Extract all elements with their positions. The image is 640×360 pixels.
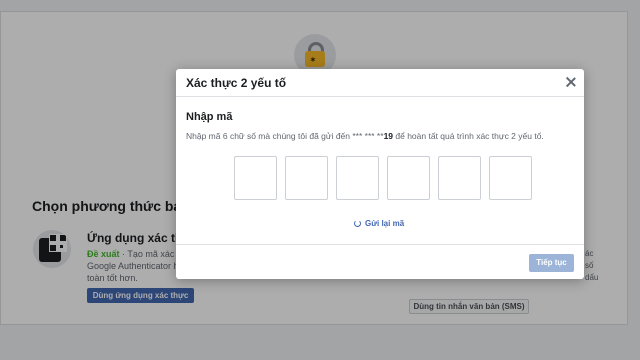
modal-header: Xác thực 2 yếu tố (176, 69, 584, 97)
enter-code-heading: Nhập mã (186, 111, 233, 123)
code-digit-input[interactable] (489, 156, 532, 200)
refresh-icon (354, 220, 361, 227)
modal-title: Xác thực 2 yếu tố (186, 76, 287, 90)
resend-code-link[interactable]: Gửi lại mã (354, 219, 404, 228)
code-digit-input[interactable] (438, 156, 481, 200)
close-icon[interactable] (564, 76, 578, 90)
modal-footer: Tiếp tục (176, 244, 584, 279)
code-instructions: Nhập mã 6 chữ số mà chúng tôi đã gửi đến… (186, 131, 544, 141)
code-digit-input[interactable] (234, 156, 277, 200)
continue-button[interactable]: Tiếp tục (529, 254, 574, 272)
code-digit-input[interactable] (336, 156, 379, 200)
code-digit-input[interactable] (285, 156, 328, 200)
two-factor-modal: Xác thực 2 yếu tố Nhập mã Nhập mã 6 chữ … (176, 69, 584, 279)
code-digit-input[interactable] (387, 156, 430, 200)
